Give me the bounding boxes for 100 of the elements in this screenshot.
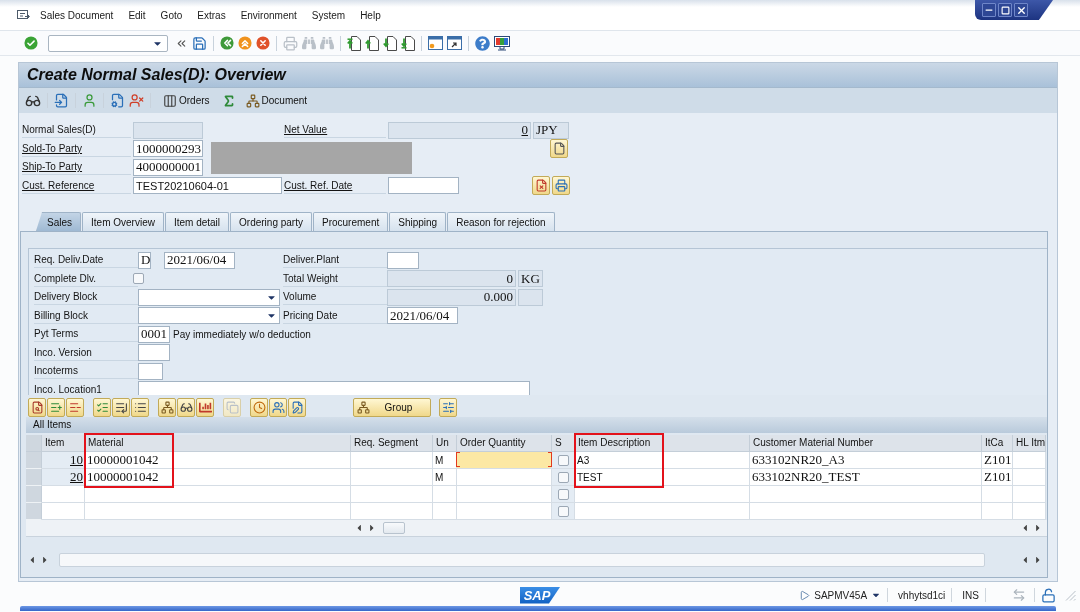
toolbar-button[interactable] — [439, 397, 457, 417]
column-header[interactable]: Material — [85, 435, 351, 452]
play-icon[interactable] — [799, 589, 811, 601]
column-header[interactable]: S — [552, 435, 575, 452]
tab[interactable]: Procurement — [313, 212, 389, 231]
scrollbar-track[interactable] — [59, 552, 985, 567]
input-field[interactable]: 0001 — [138, 325, 170, 343]
column-header[interactable]: Item Description — [575, 435, 750, 452]
document-button[interactable]: Document — [243, 91, 310, 110]
toolbar-button[interactable] — [177, 397, 195, 417]
lock-icon[interactable] — [1041, 587, 1056, 603]
dropdown-field[interactable] — [138, 288, 280, 306]
back-icon[interactable] — [220, 36, 234, 50]
checkbox[interactable] — [558, 505, 569, 517]
toolbar-button[interactable] — [66, 397, 84, 417]
column-header[interactable]: ItCa — [982, 435, 1013, 452]
quantity-field[interactable] — [457, 452, 552, 469]
column-header[interactable]: Un — [433, 435, 457, 452]
tab[interactable]: Ordering party — [230, 212, 312, 231]
printer-button[interactable] — [552, 176, 570, 196]
menu-item[interactable]: Help — [360, 9, 381, 21]
file-input-icon[interactable] — [54, 93, 69, 108]
new-window-icon[interactable] — [428, 36, 443, 50]
tab[interactable]: Sales — [36, 212, 81, 231]
input-field[interactable]: D — [138, 251, 151, 269]
menu-icon[interactable] — [17, 9, 30, 21]
menu-item[interactable]: System — [311, 9, 346, 21]
toolbar-button[interactable] — [112, 397, 130, 417]
checkbox[interactable] — [558, 488, 569, 500]
toolbar-button[interactable] — [288, 397, 306, 417]
checkbox[interactable] — [133, 273, 144, 285]
file-x-button[interactable] — [532, 176, 550, 196]
dropdown-field[interactable] — [138, 307, 280, 325]
menu-item[interactable]: Environment — [240, 9, 297, 21]
field-label[interactable]: Cust. Ref. Date — [284, 177, 386, 194]
item-number-link[interactable]: 20 — [70, 469, 83, 485]
shortcut-window-icon[interactable] — [447, 36, 462, 50]
date-field[interactable]: 2021/06/04 — [164, 251, 235, 269]
orders-button[interactable]: Orders — [161, 91, 212, 110]
minimize-button[interactable] — [982, 3, 996, 17]
tab[interactable]: Shipping — [389, 212, 447, 231]
input-field[interactable] — [138, 381, 530, 395]
column-header[interactable]: Item — [42, 435, 85, 452]
toolbar-button[interactable] — [158, 397, 176, 417]
tab[interactable]: Item detail — [164, 212, 230, 231]
menu-item[interactable]: Edit — [128, 9, 146, 21]
input-field[interactable] — [138, 362, 163, 380]
field-label[interactable]: Cust. Reference — [22, 177, 131, 194]
person-x-icon[interactable] — [129, 93, 144, 108]
input-field[interactable] — [138, 344, 170, 362]
column-header[interactable]: Req. Segment — [351, 435, 433, 452]
date-field[interactable] — [388, 177, 459, 195]
column-header[interactable]: Customer Material Number — [750, 435, 982, 452]
column-header[interactable]: HL Itm — [1013, 435, 1046, 452]
next-page-icon[interactable] — [383, 35, 397, 51]
toolbar-button[interactable] — [250, 397, 268, 417]
input-field[interactable]: 1000000293 — [133, 140, 203, 158]
quantity-field[interactable] — [457, 503, 552, 520]
date-field[interactable]: 2021/06/04 — [387, 307, 458, 325]
menu-item[interactable]: Goto — [160, 9, 183, 21]
field-label[interactable]: Ship-To Party — [22, 159, 131, 176]
tab[interactable]: Reason for rejection — [447, 212, 555, 231]
toolbar-button[interactable] — [131, 397, 149, 417]
toolbar-button[interactable] — [28, 397, 46, 417]
input-field[interactable] — [387, 251, 419, 269]
input-mode: INS — [962, 589, 979, 601]
item-number-link[interactable]: 10 — [70, 452, 83, 468]
input-field[interactable]: 4000000001 — [133, 158, 203, 176]
field-label[interactable]: Sold-To Party — [22, 140, 131, 157]
last-page-icon[interactable] — [401, 35, 415, 51]
cancel-icon[interactable] — [256, 36, 270, 50]
checkbox[interactable] — [558, 454, 569, 466]
quantity-field[interactable] — [457, 486, 552, 503]
toolbar-button[interactable] — [269, 397, 287, 417]
group-button[interactable]: Group — [353, 397, 431, 417]
field-label[interactable]: Net Value — [284, 122, 386, 139]
menu-item[interactable]: Extras — [197, 9, 226, 21]
checkbox[interactable] — [558, 471, 569, 483]
exit-icon[interactable] — [238, 36, 252, 50]
save-icon[interactable] — [192, 35, 207, 51]
close-button[interactable] — [1014, 3, 1028, 17]
arrows-icon[interactable] — [1012, 588, 1026, 602]
scroll-thumb[interactable] — [383, 522, 405, 534]
toolbar-button[interactable] — [196, 397, 214, 417]
input-field[interactable]: TEST20210604-01 — [133, 177, 282, 195]
person-icon[interactable] — [82, 93, 97, 108]
command-field[interactable] — [48, 34, 168, 52]
monitor-icon[interactable] — [494, 35, 510, 51]
quantity-field[interactable] — [457, 469, 552, 486]
tab[interactable]: Item Overview — [82, 212, 164, 231]
help-icon[interactable] — [475, 35, 490, 51]
menu-item[interactable]: Sales Document — [40, 9, 114, 21]
first-page-icon[interactable] — [347, 35, 361, 51]
maximize-button[interactable] — [998, 3, 1012, 17]
document-icon-button[interactable] — [550, 139, 568, 159]
previous-page-icon[interactable] — [365, 35, 379, 51]
column-header[interactable]: Order Quantity — [457, 435, 552, 452]
resize-grip-icon[interactable] — [1064, 589, 1076, 601]
file-gear-icon[interactable] — [110, 93, 125, 108]
check-icon[interactable] — [24, 36, 38, 50]
